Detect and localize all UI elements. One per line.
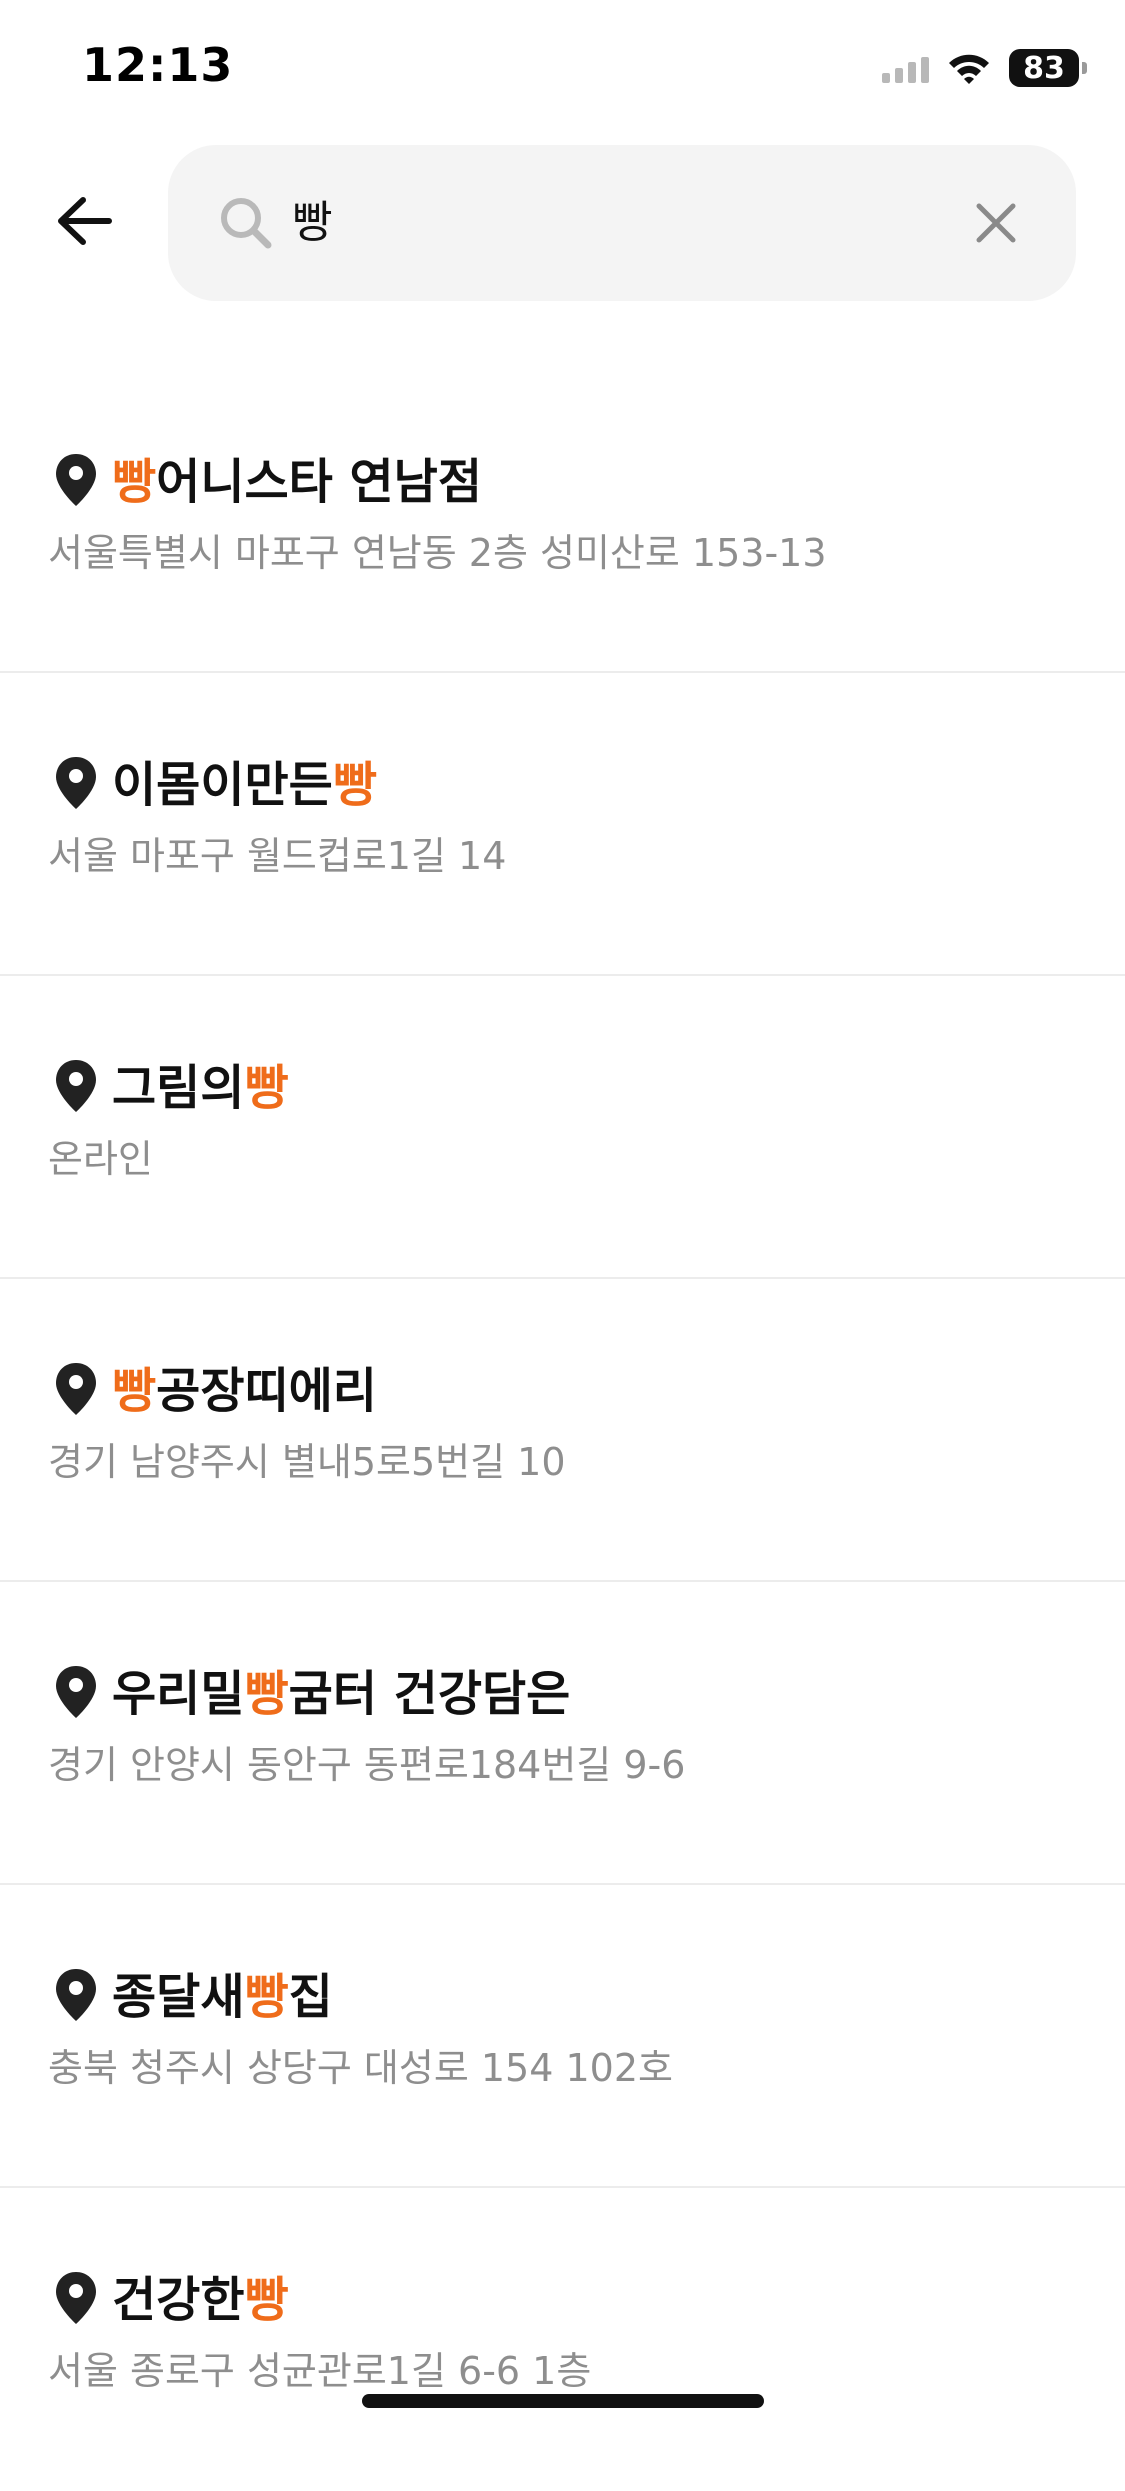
match-highlight: 빵: [244, 1969, 289, 2025]
status-time: 12:13: [82, 38, 234, 92]
result-title: 빵공장띠에리: [112, 1363, 377, 1419]
location-pin-icon: [56, 2272, 96, 2324]
match-highlight: 빵: [112, 454, 157, 510]
arrow-left-icon: [58, 197, 112, 245]
magnifier-icon: [221, 198, 272, 249]
result-title: 우리밀빵굼터 건강담은: [112, 1666, 571, 1722]
cellular-signal-icon: [882, 53, 929, 83]
location-pin-icon: [56, 1363, 96, 1415]
back-button[interactable]: [48, 185, 120, 257]
location-pin-icon: [56, 757, 96, 809]
result-title: 그림의빵: [112, 1060, 289, 1116]
location-pin-icon: [56, 1666, 96, 1718]
result-title: 건강한빵: [112, 2272, 289, 2328]
close-icon: [976, 203, 1016, 243]
match-highlight: 빵: [244, 2272, 289, 2328]
result-item[interactable]: 종달새빵집 충북 청주시 상당구 대성로 154 102호: [0, 1885, 1125, 2188]
result-address: 서울 마포구 월드컵로1길 14: [48, 834, 507, 878]
clear-search-button[interactable]: [958, 185, 1034, 261]
search-results-list: 빵어니스타 연남점 서울특별시 마포구 연남동 2층 성미산로 153-13 이…: [0, 370, 1125, 2491]
result-item[interactable]: 빵공장띠에리 경기 남양주시 별내5로5번길 10: [0, 1279, 1125, 1582]
location-pin-icon: [56, 454, 96, 506]
result-address: 경기 안양시 동안구 동편로184번길 9-6: [48, 1743, 686, 1787]
result-address: 온라인: [48, 1137, 153, 1181]
result-item[interactable]: 우리밀빵굼터 건강담은 경기 안양시 동안구 동편로184번길 9-6: [0, 1582, 1125, 1885]
status-icons: 83: [882, 48, 1087, 88]
result-item[interactable]: 빵어니스타 연남점 서울특별시 마포구 연남동 2층 성미산로 153-13: [0, 370, 1125, 673]
result-item[interactable]: 이몸이만든빵 서울 마포구 월드컵로1길 14: [0, 673, 1125, 976]
location-pin-icon: [56, 1969, 96, 2021]
result-item[interactable]: 건강한빵 서울 종로구 성균관로1길 6-6 1층: [0, 2188, 1125, 2491]
battery-icon: 83: [1009, 49, 1087, 87]
match-highlight: 빵: [244, 1666, 289, 1722]
result-address: 서울 종로구 성균관로1길 6-6 1층: [48, 2349, 592, 2393]
home-indicator[interactable]: [362, 2394, 764, 2408]
wifi-icon: [949, 54, 989, 84]
result-item[interactable]: 그림의빵 온라인: [0, 976, 1125, 1279]
result-title: 빵어니스타 연남점: [112, 454, 483, 510]
result-address: 서울특별시 마포구 연남동 2층 성미산로 153-13: [48, 531, 827, 575]
status-bar: 12:13 83: [0, 0, 1125, 135]
result-address: 충북 청주시 상당구 대성로 154 102호: [48, 2046, 673, 2090]
result-address: 경기 남양주시 별내5로5번길 10: [48, 1440, 566, 1484]
result-title: 종달새빵집: [112, 1969, 333, 2025]
search-input[interactable]: 빵: [292, 145, 332, 301]
result-title: 이몸이만든빵: [112, 757, 377, 813]
search-field[interactable]: 빵: [168, 145, 1076, 301]
match-highlight: 빵: [112, 1363, 157, 1419]
match-highlight: 빵: [332, 757, 377, 813]
match-highlight: 빵: [244, 1060, 289, 1116]
location-pin-icon: [56, 1060, 96, 1112]
search-header: 빵: [0, 145, 1125, 305]
